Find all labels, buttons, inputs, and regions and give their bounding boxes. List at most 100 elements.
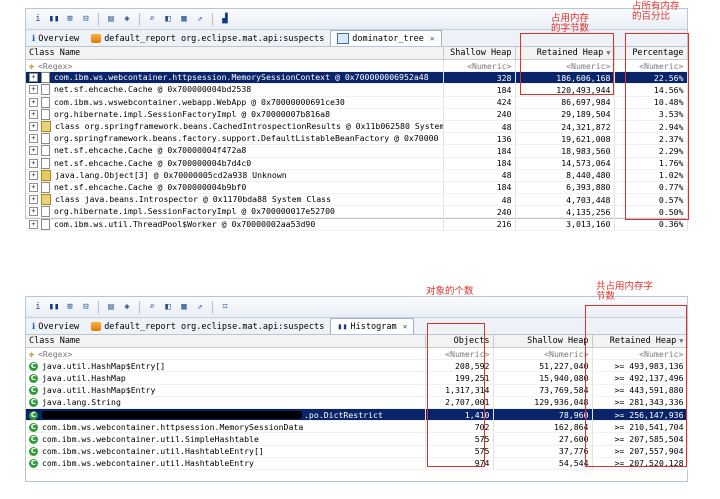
table-row[interactable]: + net.sf.ehcache.Cache @ 0x700000004b9bf0… bbox=[26, 181, 688, 195]
table-cell: 1.02% bbox=[614, 169, 688, 182]
table-row[interactable]: + net.sf.ehcache.Cache @ 0x700000004bd253… bbox=[26, 83, 688, 97]
column-header-objects[interactable]: Objects bbox=[425, 335, 494, 348]
table-cell: 240 bbox=[443, 205, 516, 219]
table-row[interactable]: + java.lang.Object[3] @ 0x70000005cd2a938… bbox=[26, 169, 688, 182]
close-icon[interactable]: ✕ bbox=[403, 322, 408, 331]
numeric-filter-cell[interactable]: <Numeric> bbox=[614, 59, 688, 73]
table-row[interactable]: Ccom.ibm.ws.webcontainer.util.HashtableE… bbox=[26, 457, 688, 470]
search-icon[interactable]: ⌕ bbox=[146, 13, 158, 25]
report-icon[interactable]: ▤ bbox=[105, 13, 117, 25]
expand-icon[interactable]: + bbox=[29, 73, 38, 83]
table-row[interactable]: Ccom.ibm.ws.webcontainer.util.SimpleHash… bbox=[26, 432, 688, 446]
table-cell: 8,440,480 bbox=[515, 169, 615, 182]
compare-icon[interactable]: ⌗ bbox=[219, 301, 231, 313]
numeric-filter-cell[interactable]: <Numeric> bbox=[425, 347, 494, 361]
table-row[interactable]: + com.ibm.ws.wswebcontainer.webapp.WebApp… bbox=[26, 96, 688, 109]
column-header-class-name[interactable]: Class Name bbox=[26, 47, 444, 60]
tab-default-report[interactable]: default_report org.eclipse.mat.api:suspe… bbox=[85, 31, 330, 46]
table-cell: >= 207,520,128 bbox=[592, 457, 688, 470]
table-cell: >= 210,541,704 bbox=[592, 420, 688, 434]
toolbar-separator bbox=[139, 12, 140, 26]
column-header-shallow-heap[interactable]: Shallow Heap bbox=[443, 47, 516, 60]
column-header-shallow-heap[interactable]: Shallow Heap bbox=[493, 335, 593, 348]
table-row[interactable]: Ccom.ibm.ws.webcontainer.httpsession.Mem… bbox=[26, 420, 688, 434]
tab-label: Overview bbox=[38, 321, 80, 332]
oql-icon[interactable]: ⊟ bbox=[80, 13, 92, 25]
object-icon bbox=[41, 96, 50, 108]
table-row[interactable]: + com.ibm.ws.webcontainer.httpsession.Mem… bbox=[26, 71, 688, 85]
expand-icon[interactable]: + bbox=[29, 97, 38, 107]
table-row[interactable]: Cjava.util.HashMap$Entry 1,317,314 73,769,… bbox=[26, 384, 688, 397]
expand-icon[interactable]: + bbox=[29, 170, 38, 180]
chart-icon[interactable]: ▟ bbox=[219, 13, 231, 25]
object-icon bbox=[41, 157, 50, 169]
group-icon[interactable]: ◧ bbox=[162, 13, 174, 25]
numeric-filter-cell[interactable]: <Numeric> bbox=[515, 59, 615, 73]
numeric-filter-cell[interactable]: <Numeric> bbox=[592, 347, 688, 361]
tab-histogram[interactable]: ▮▮ Histogram ✕ bbox=[330, 318, 415, 334]
table-row[interactable]: Ccom.ibm.ws.webcontainer.util.HashtableE… bbox=[26, 445, 688, 458]
table-row[interactable]: + org.hibernate.impl.SessionFactoryImpl @… bbox=[26, 108, 688, 121]
tab-dominator-tree[interactable]: dominator_tree ✕ bbox=[330, 30, 442, 46]
column-header-percentage[interactable]: Percentage bbox=[614, 47, 688, 60]
tab-overview[interactable]: i Overview bbox=[26, 31, 85, 46]
expand-icon[interactable]: + bbox=[29, 182, 38, 192]
export-icon[interactable]: ⇗ bbox=[194, 301, 206, 313]
table-row[interactable]: + org.springframework.beans.factory.suppo… bbox=[26, 132, 688, 146]
column-label: Retained Heap bbox=[536, 48, 604, 58]
expand-icon[interactable]: + bbox=[29, 122, 38, 132]
column-header-retained-heap[interactable]: Retained Heap ▼ bbox=[515, 47, 615, 60]
table-cell: 184 bbox=[443, 83, 516, 97]
query-browser-icon[interactable]: ◈ bbox=[121, 13, 133, 25]
expand-icon[interactable]: + bbox=[29, 85, 38, 95]
expand-icon[interactable]: + bbox=[29, 219, 38, 229]
table-row[interactable]: Cjava.lang.String 2,707,001 129,936,048 >= … bbox=[26, 396, 688, 409]
tab-default-report[interactable]: default_report org.eclipse.mat.api:suspe… bbox=[85, 319, 330, 334]
expand-icon[interactable]: + bbox=[29, 109, 38, 119]
table-row[interactable]: Cjava.util.HashMap$Entry[] 208,592 51,227,… bbox=[26, 359, 688, 373]
expand-icon[interactable]: + bbox=[29, 158, 38, 168]
oql-icon[interactable]: ⊟ bbox=[80, 301, 92, 313]
numeric-filter-cell[interactable]: <Numeric> bbox=[493, 347, 593, 361]
column-header-class-name[interactable]: Class Name bbox=[26, 335, 426, 348]
filter-row[interactable]: ✥ <Regex> <Numeric> <Numeric> <Numeric> bbox=[26, 59, 688, 73]
numeric-filter-cell[interactable]: <Numeric> bbox=[443, 59, 516, 73]
search-icon[interactable]: ⌕ bbox=[146, 301, 158, 313]
close-icon[interactable]: ✕ bbox=[430, 34, 435, 43]
info-icon[interactable]: i bbox=[32, 13, 44, 25]
table-row[interactable]: + net.sf.ehcache.Cache @ 0x70000004f472a8… bbox=[26, 144, 688, 158]
dominator-tree-icon[interactable]: ⊞ bbox=[64, 13, 76, 25]
table-row[interactable]: + com.ibm.ws.util.ThreadPool$Worker @ 0x7… bbox=[26, 217, 688, 231]
table-row[interactable]: + net.sf.ehcache.Cache @ 0x700000004b7d4c… bbox=[26, 157, 688, 170]
table-cell: 4,135,256 bbox=[515, 205, 615, 219]
dominator-tree-icon[interactable]: ⊞ bbox=[64, 301, 76, 313]
table-row[interactable]: Cjava.util.HashMap 199,251 15,940,080 >= 49… bbox=[26, 371, 688, 385]
histogram-icon[interactable]: ▮▮ bbox=[48, 301, 60, 313]
tab-overview[interactable]: i Overview bbox=[26, 319, 85, 334]
table-row[interactable]: C .po.DictRestrict 1,410 78,960 >= 256,147,9… bbox=[26, 408, 688, 422]
calculator-icon[interactable]: ▦ bbox=[178, 13, 190, 25]
expand-icon[interactable]: + bbox=[29, 146, 38, 156]
query-browser-icon[interactable]: ◈ bbox=[121, 301, 133, 313]
class-name-label: com.ibm.ws.webcontainer.httpsession.Memo… bbox=[42, 421, 304, 432]
filter-row[interactable]: ✥ <Regex> <Numeric> <Numeric> <Numeric> bbox=[26, 347, 688, 361]
expand-icon[interactable]: + bbox=[29, 207, 38, 217]
table-row[interactable]: + class java.beans.Introspector @ 0x1170b… bbox=[26, 193, 688, 207]
info-icon[interactable]: i bbox=[32, 301, 44, 313]
histogram-icon[interactable]: ▮▮ bbox=[48, 13, 60, 25]
calculator-icon[interactable]: ▦ bbox=[178, 301, 190, 313]
regex-filter-cell[interactable]: ✥ <Regex> bbox=[26, 347, 426, 361]
expand-icon[interactable]: + bbox=[29, 134, 38, 144]
table-row[interactable]: + class org.springframework.beans.CachedI… bbox=[26, 120, 688, 134]
dominator-tree-panel: i ▮▮ ⊞ ⊟ ▤ ◈ ⌕ ◧ ▦ ⇗ ▟ i Overview defaul… bbox=[25, 8, 688, 231]
regex-placeholder: <Regex> bbox=[37, 60, 73, 71]
column-header-retained-heap[interactable]: Retained Heap ▼ bbox=[592, 335, 688, 348]
report-icon[interactable]: ▤ bbox=[105, 301, 117, 313]
regex-filter-cell[interactable]: ✥ <Regex> bbox=[26, 59, 444, 73]
export-icon[interactable]: ⇗ bbox=[194, 13, 206, 25]
table-cell: 22.56% bbox=[614, 71, 688, 85]
expand-icon[interactable]: + bbox=[29, 195, 38, 205]
group-icon[interactable]: ◧ bbox=[162, 301, 174, 313]
table-row[interactable]: + org.hibernate.impl.SessionFactoryImpl @… bbox=[26, 205, 688, 219]
class-name-cell: + com.ibm.ws.util.ThreadPool$Worker @ 0x7… bbox=[26, 217, 444, 231]
